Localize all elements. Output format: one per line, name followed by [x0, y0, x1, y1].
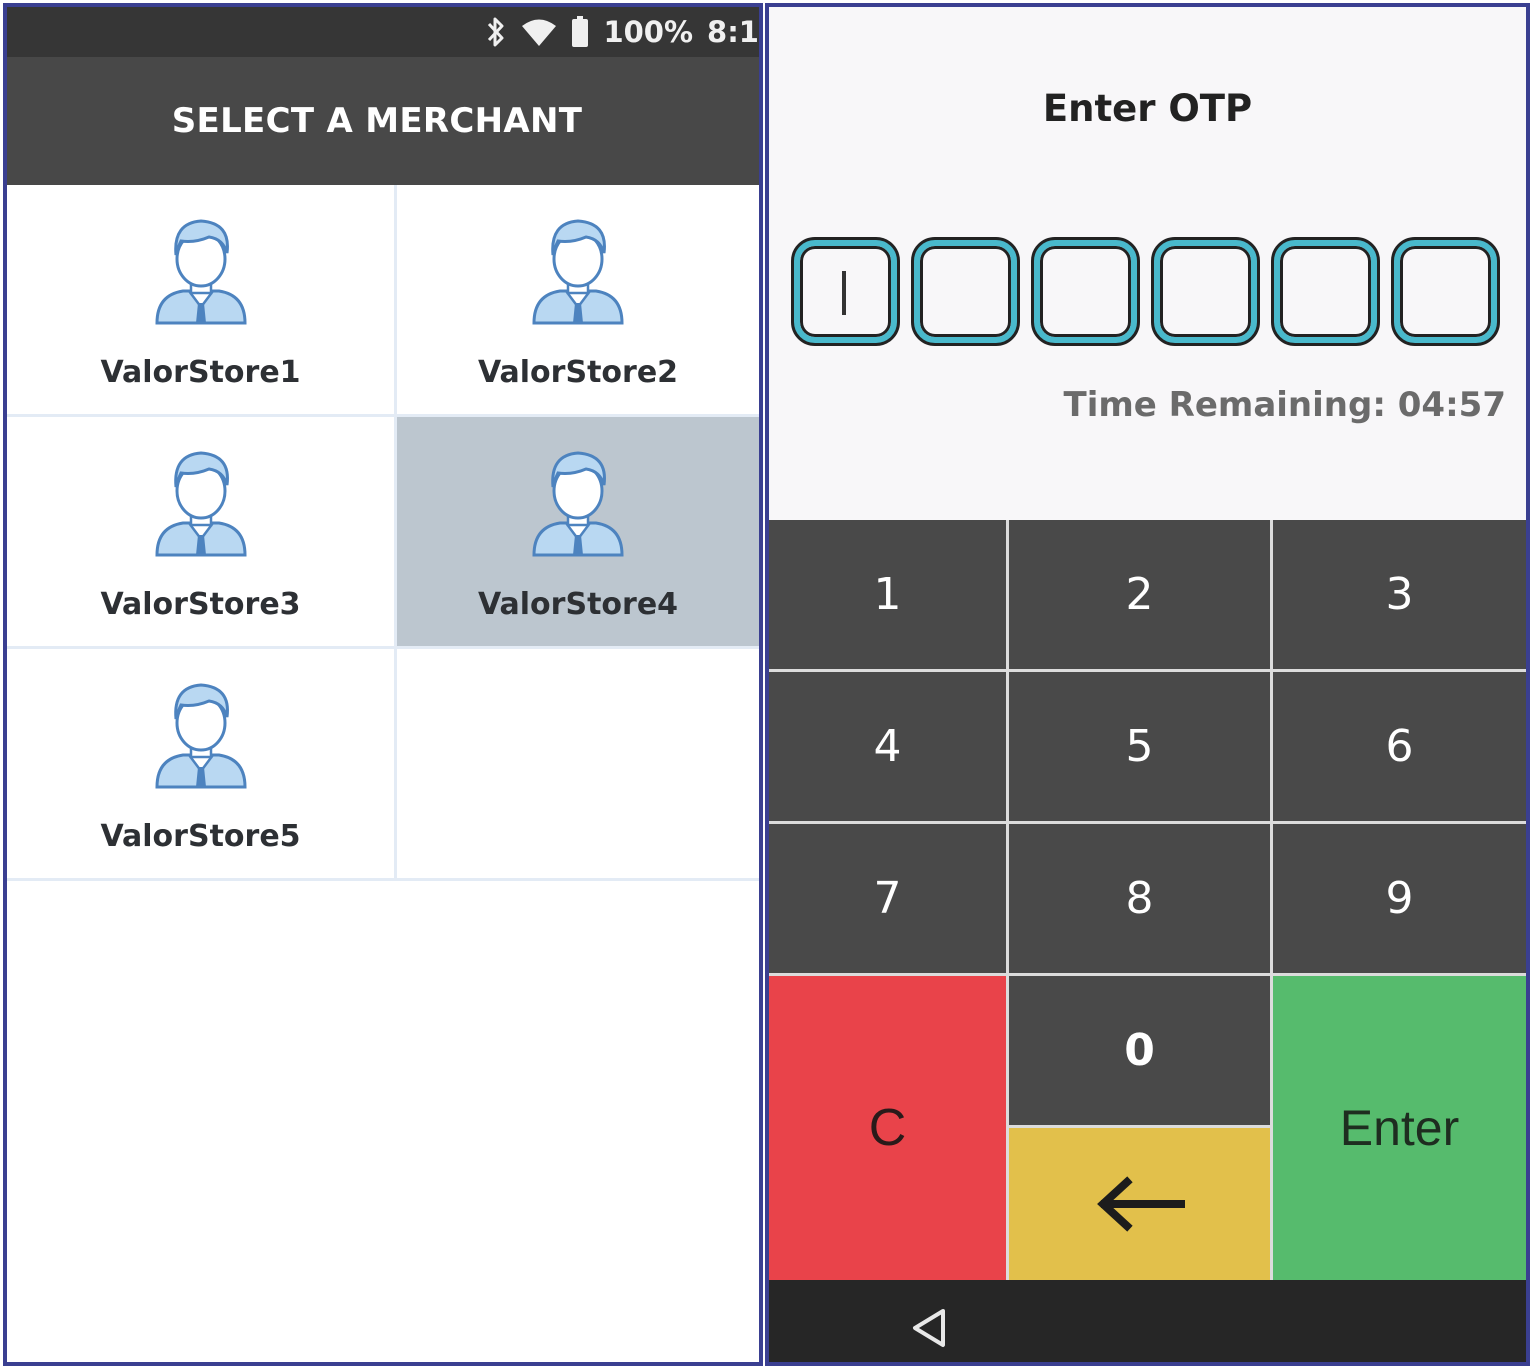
key-1[interactable]: 1	[769, 520, 1009, 672]
key-3[interactable]: 3	[1273, 520, 1526, 672]
user-avatar-icon	[154, 219, 247, 325]
user-avatar-icon	[154, 683, 247, 789]
merchant-tile-valorstore3[interactable]: ValorStore3	[7, 417, 397, 649]
arrow-left-icon	[1096, 1176, 1185, 1232]
key-7[interactable]: 7	[769, 824, 1009, 976]
otp-digit-1[interactable]	[791, 237, 900, 346]
header-bar: SELECT A MERCHANT	[7, 57, 759, 185]
merchant-name: ValorStore3	[100, 587, 301, 622]
key-5[interactable]: 5	[1009, 672, 1273, 824]
otp-digit-3[interactable]	[1031, 237, 1140, 346]
user-avatar-icon	[154, 451, 247, 557]
clear-button[interactable]: C	[769, 976, 1009, 1280]
otp-digit-5[interactable]	[1271, 237, 1380, 346]
clock: 8:1	[707, 15, 759, 49]
key-8[interactable]: 8	[1009, 824, 1273, 976]
merchant-name: ValorStore5	[100, 819, 301, 854]
text-cursor	[842, 271, 846, 315]
merchant-grid: ValorStore1 ValorStore2 ValorStore3 Valo…	[7, 185, 759, 881]
merchant-name: ValorStore2	[477, 355, 679, 390]
enter-button[interactable]: Enter	[1273, 976, 1526, 1280]
otp-title: Enter OTP	[1042, 87, 1253, 130]
triangle-back-icon[interactable]	[909, 1306, 949, 1350]
key-0[interactable]: 0	[1009, 976, 1273, 1128]
empty-grid-cell	[397, 649, 759, 881]
merchant-name: ValorStore1	[100, 355, 301, 390]
key-4[interactable]: 4	[769, 672, 1009, 824]
status-icons: 100% 8:1	[485, 7, 759, 57]
time-remaining: Time Remaining: 04:57	[1063, 385, 1507, 425]
merchant-tile-valorstore2[interactable]: ValorStore2	[397, 185, 759, 417]
status-bar: 100% 8:1	[7, 7, 759, 57]
key-9[interactable]: 9	[1273, 824, 1526, 976]
otp-entry-screen: Enter OTP Time Remaining: 04:57 1 2 3 4 …	[765, 3, 1530, 1366]
otp-digit-6[interactable]	[1391, 237, 1500, 346]
merchant-tile-valorstore5[interactable]: ValorStore5	[7, 649, 397, 881]
merchant-select-screen: 100% 8:1 SELECT A MERCHANT ValorStore1 V…	[3, 3, 763, 1366]
user-avatar-icon	[532, 451, 624, 557]
user-avatar-icon	[532, 219, 624, 325]
merchant-tile-valorstore4[interactable]: ValorStore4	[397, 417, 759, 649]
battery-percent: 100%	[603, 15, 694, 49]
key-6[interactable]: 6	[1273, 672, 1526, 824]
otp-digit-4[interactable]	[1151, 237, 1260, 346]
otp-digit-2[interactable]	[911, 237, 1020, 346]
merchant-name: ValorStore4	[477, 587, 679, 622]
merchant-tile-valorstore1[interactable]: ValorStore1	[7, 185, 397, 417]
otp-input-row	[791, 237, 1500, 346]
numeric-keypad: 1 2 3 4 5 6 7 8 9 C 0 Enter	[769, 520, 1526, 1280]
battery-icon	[571, 16, 589, 48]
system-nav-bar	[769, 1280, 1526, 1362]
key-2[interactable]: 2	[1009, 520, 1273, 672]
bluetooth-icon	[485, 15, 507, 49]
wifi-icon	[521, 17, 557, 47]
backspace-button[interactable]	[1009, 1128, 1273, 1280]
page-title: SELECT A MERCHANT	[171, 101, 583, 141]
